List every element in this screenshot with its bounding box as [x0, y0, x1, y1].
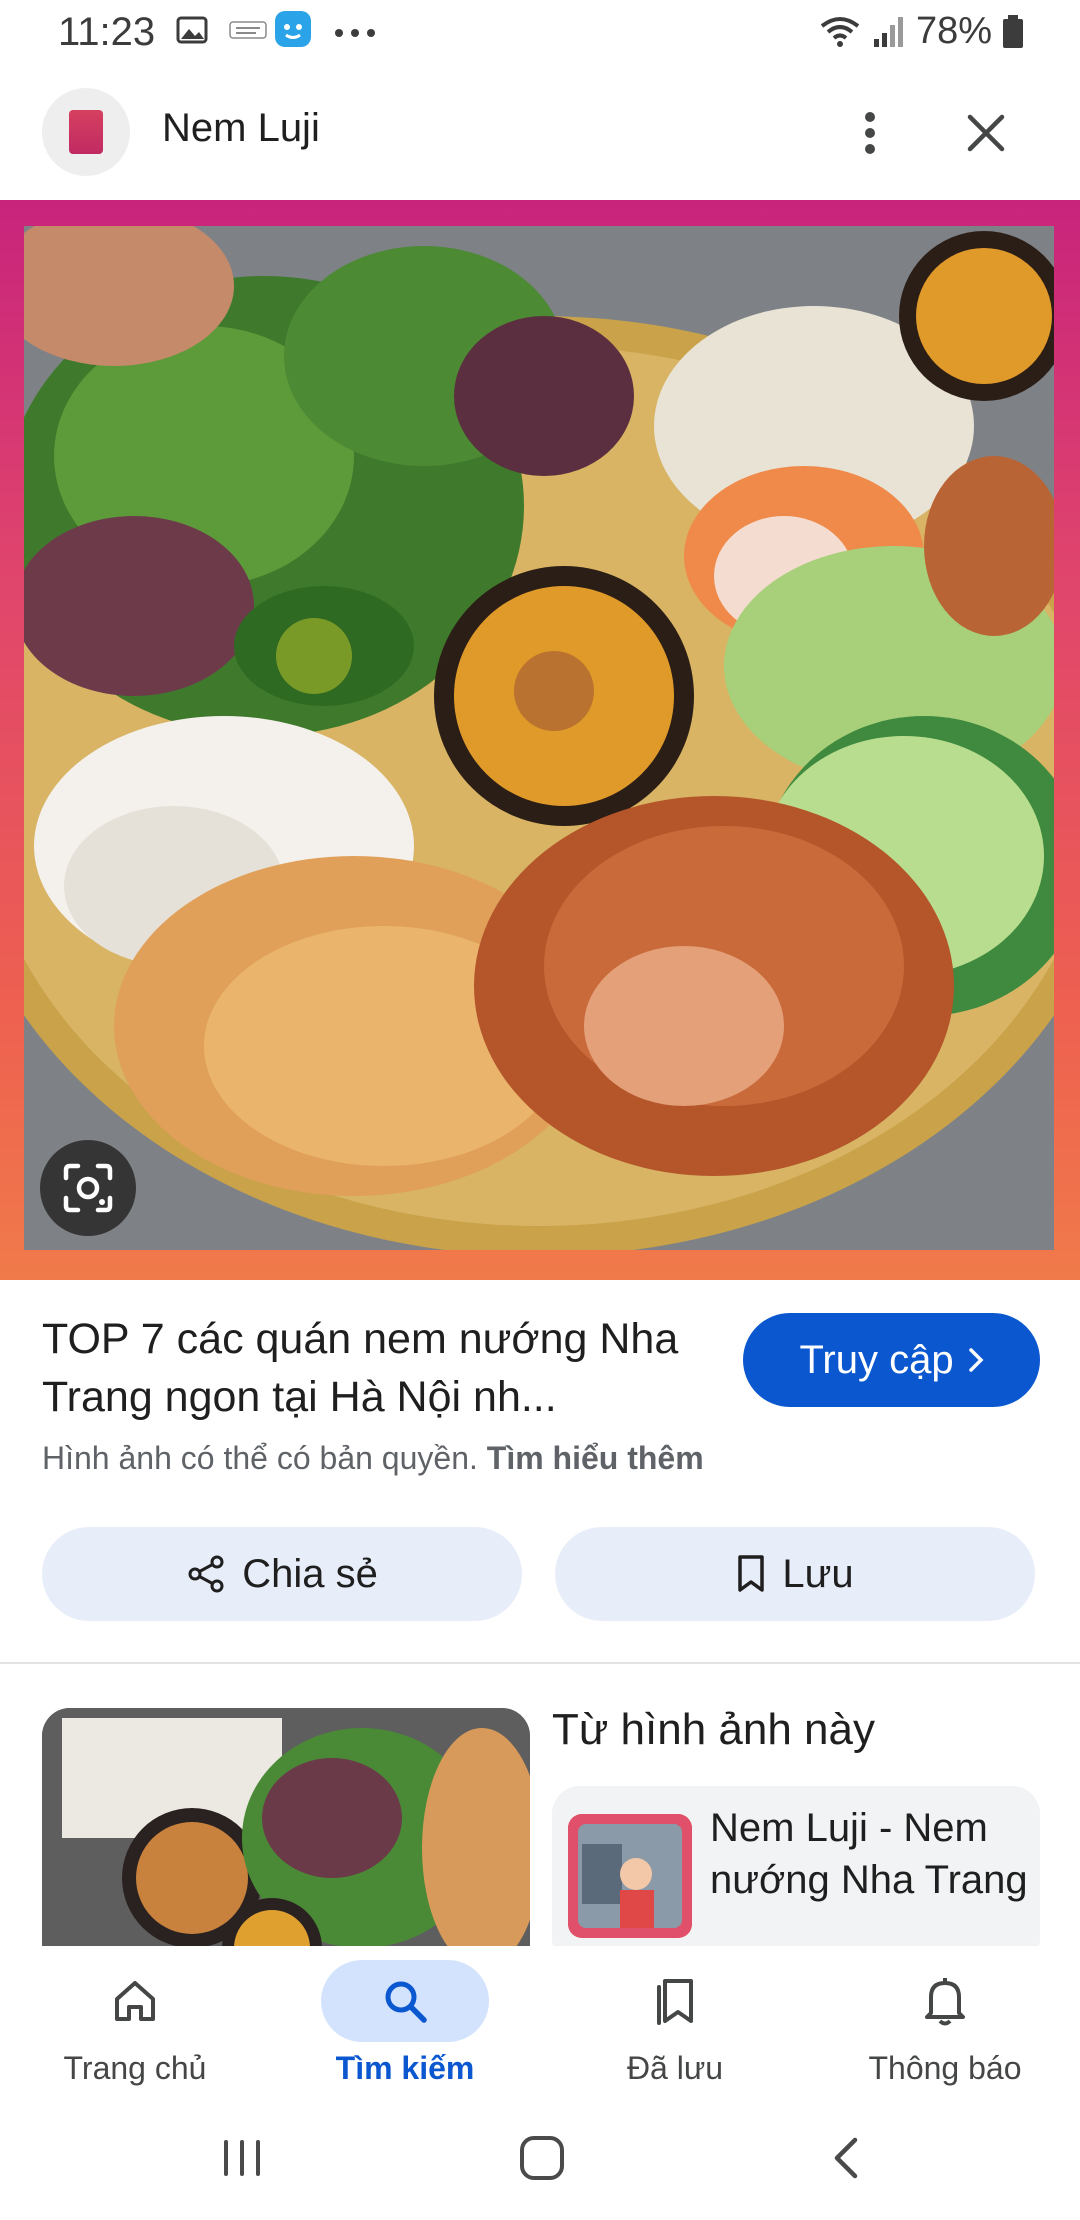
- related-image-thumbnail[interactable]: [42, 1708, 530, 1948]
- source-photo: [568, 1814, 692, 1938]
- divider: [0, 1662, 1080, 1664]
- more-dots-icon: [335, 29, 375, 37]
- more-options-button[interactable]: [840, 98, 900, 168]
- food-photo: [24, 226, 1054, 1250]
- saved-icon: [657, 1979, 693, 2025]
- copyright-notice: Hình ảnh có thể có bản quyền. Tìm hiểu t…: [42, 1440, 704, 1477]
- home-system-button[interactable]: [502, 2128, 582, 2188]
- close-icon: [967, 114, 1005, 152]
- nav-item-saved[interactable]: Đã lưu: [540, 1946, 810, 2096]
- home-icon: [115, 1981, 155, 2021]
- recent-apps-button[interactable]: [202, 2128, 282, 2188]
- page-title: Nem Luji: [162, 106, 320, 150]
- lens-icon: [63, 1163, 113, 1213]
- status-right: 78%: [818, 10, 1024, 53]
- gallery-icon: [176, 16, 208, 44]
- recent-apps-icon: [224, 2140, 260, 2176]
- chevron-right-icon: [968, 1348, 984, 1372]
- bottom-nav: Trang chủ Tìm kiếm Đã lưu Thông báo: [0, 1946, 1080, 2096]
- nav-label-search: Tìm kiếm: [335, 2050, 475, 2086]
- save-label: Lưu: [782, 1551, 854, 1596]
- bookmark-icon: [738, 1555, 765, 1592]
- close-button[interactable]: [956, 98, 1016, 168]
- hero-image[interactable]: [24, 226, 1054, 1250]
- visit-button[interactable]: Truy cập: [743, 1313, 1040, 1407]
- more-vert-icon: [865, 112, 875, 154]
- hero-image-frame: [0, 200, 1080, 1280]
- copyright-text: Hình ảnh có thể có bản quyền.: [42, 1440, 478, 1476]
- nav-item-search[interactable]: Tìm kiếm: [270, 1946, 540, 2096]
- wifi-icon: [820, 16, 860, 47]
- source-thumbnail: [568, 1814, 692, 1938]
- system-nav-bar: [0, 2100, 1080, 2220]
- site-avatar[interactable]: [42, 88, 130, 176]
- related-photo: [42, 1708, 530, 1948]
- header: Nem Luji: [0, 80, 1080, 200]
- back-button[interactable]: [806, 2128, 886, 2188]
- status-time: 11:23: [58, 10, 156, 54]
- google-lens-button[interactable]: [40, 1140, 136, 1236]
- save-button[interactable]: Lưu: [555, 1527, 1035, 1621]
- battery-icon: [1003, 14, 1023, 48]
- home-system-icon: [520, 2136, 564, 2180]
- share-button[interactable]: Chia sẻ: [42, 1527, 522, 1621]
- grab-merchant-icon: [229, 21, 267, 39]
- nav-item-home[interactable]: Trang chủ: [0, 1946, 270, 2096]
- site-logo-icon: [69, 110, 103, 154]
- learn-more-link[interactable]: Tìm hiểu thêm: [487, 1440, 704, 1476]
- section-title: Từ hình ảnh này: [552, 1705, 875, 1754]
- nav-label-notifications: Thông báo: [868, 2050, 1022, 2086]
- result-title[interactable]: TOP 7 các quán nem nướng Nha Trang ngon …: [42, 1310, 702, 1426]
- app-icon: [275, 11, 311, 47]
- visit-label: Truy cập: [799, 1337, 954, 1382]
- battery-percent: 78%: [915, 10, 992, 52]
- bell-icon: [925, 1978, 965, 2026]
- nav-label-home: Trang chủ: [63, 2050, 207, 2086]
- source-card[interactable]: Nem Luji - Nem nướng Nha Trang: [552, 1786, 1040, 1966]
- share-icon: [188, 1555, 224, 1593]
- share-label: Chia sẻ: [242, 1551, 378, 1596]
- nav-item-notifications[interactable]: Thông báo: [810, 1946, 1080, 2096]
- back-icon: [834, 2137, 858, 2179]
- status-bar: 11:23 78%: [0, 0, 1080, 70]
- search-icon: [385, 1981, 427, 2023]
- nav-label-saved: Đã lưu: [626, 2050, 724, 2086]
- source-title: Nem Luji - Nem nướng Nha Trang: [710, 1806, 1028, 1902]
- signal-icon: [873, 16, 903, 47]
